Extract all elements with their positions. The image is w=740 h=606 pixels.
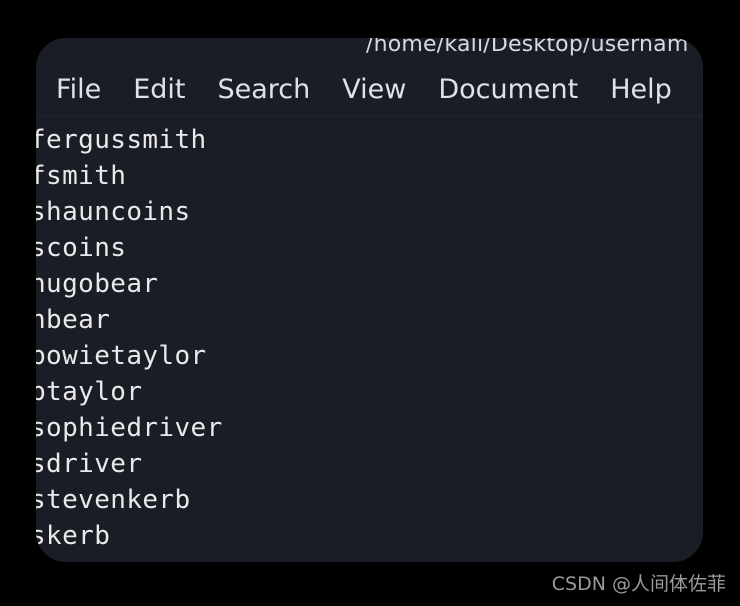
document-line: sophiedriver: [36, 413, 223, 443]
text-editor-content[interactable]: fergussmith fsmith shauncoins scoins hug…: [36, 116, 703, 562]
document-line: shauncoins: [36, 197, 191, 227]
document-line: fsmith: [36, 161, 127, 191]
window-title: /home/kali/Desktop/usernam: [366, 38, 689, 57]
document-line: hugobear: [36, 269, 159, 299]
watermark: CSDN @人间体佐菲: [551, 573, 726, 595]
menu-item-search[interactable]: Search: [201, 76, 326, 103]
menu-item-view-label: View: [342, 74, 407, 105]
document-line: sdriver: [36, 449, 143, 479]
document-line: scoins: [36, 233, 127, 263]
document-line: skerb: [36, 521, 111, 551]
text-editor-window: /home/kali/Desktop/usernam File Edit Sea…: [36, 38, 703, 562]
menu-item-view[interactable]: View: [326, 76, 422, 103]
menu-item-edit[interactable]: Edit: [117, 76, 201, 103]
menu-item-help[interactable]: Help: [594, 76, 688, 103]
document-line: btaylor: [36, 377, 143, 407]
document-lines: fergussmith fsmith shauncoins scoins hug…: [36, 122, 703, 554]
menu-bar: File Edit Search View Document Help: [36, 64, 703, 116]
document-line: bowietaylor: [36, 341, 207, 371]
menu-item-help-label: Help: [610, 74, 672, 105]
menu-item-file[interactable]: File: [40, 76, 117, 103]
document-line: stevenkerb: [36, 485, 191, 515]
document-line: fergussmith: [36, 125, 207, 155]
menu-item-edit-label: Edit: [133, 74, 186, 105]
menu-item-search-label: Search: [217, 74, 311, 105]
menu-item-document[interactable]: Document: [422, 76, 594, 103]
document-line: hbear: [36, 305, 111, 335]
menu-item-file-label: File: [56, 74, 102, 105]
menu-item-document-label: Document: [438, 74, 579, 105]
title-bar: /home/kali/Desktop/usernam: [36, 38, 703, 64]
